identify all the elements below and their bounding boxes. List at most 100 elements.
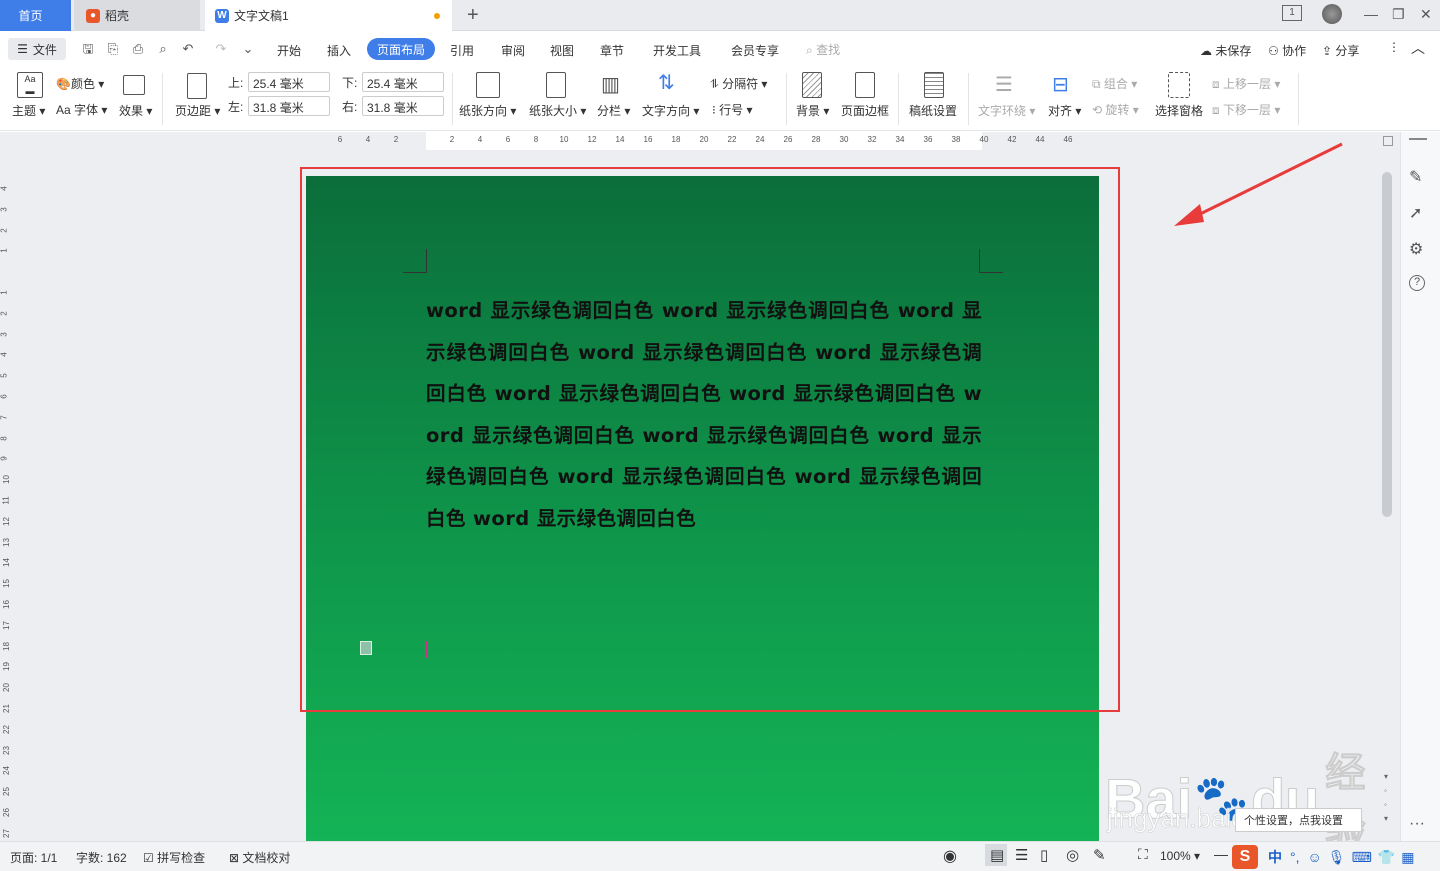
keyboard-icon[interactable]: ⌨ bbox=[1352, 849, 1372, 866]
read-view-icon[interactable]: ▯ bbox=[1040, 846, 1048, 864]
theme-button[interactable]: 主题 ▾ bbox=[12, 102, 45, 119]
outline-view-icon[interactable]: ☰ bbox=[1015, 846, 1028, 864]
select-pane-button[interactable]: 选择窗格 bbox=[1155, 102, 1203, 119]
word-count[interactable]: 字数: 162 bbox=[76, 849, 127, 866]
ruler-v-label: 9 bbox=[0, 456, 9, 462]
top-margin-field[interactable]: 25.4 毫米 bbox=[248, 72, 330, 92]
vertical-ruler[interactable]: 4 3 2 1 1 2 3 4 5 6 7 8 9 10 11 12 13 14 15 16 17 18 19 20 21 22 2… bbox=[0, 150, 14, 841]
page-indicator-icon[interactable]: 1 bbox=[1282, 5, 1302, 21]
menu-start[interactable]: 开始 bbox=[277, 42, 301, 59]
user-avatar[interactable] bbox=[1322, 4, 1342, 24]
send-backward-label: 下移一层 bbox=[1222, 103, 1271, 117]
ruler-h-label: 12 bbox=[588, 135, 597, 144]
proofread-button[interactable]: ⊠ 文档校对 bbox=[229, 849, 290, 866]
font-button[interactable]: Aa 字体 ▾ bbox=[56, 101, 107, 118]
web-view-icon[interactable]: ◎ bbox=[1066, 846, 1079, 864]
zoom-dropdown[interactable]: 100% ▾ bbox=[1160, 849, 1200, 863]
close-icon[interactable]: ✕ bbox=[1420, 6, 1432, 23]
menu-chapter[interactable]: 章节 bbox=[600, 42, 624, 59]
settings-sliders-icon[interactable]: ⚙ bbox=[1409, 239, 1427, 258]
menu-review[interactable]: 审阅 bbox=[501, 42, 525, 59]
menu-page-layout[interactable]: 页面布局 bbox=[367, 38, 435, 60]
save-icon[interactable]: 🖫 bbox=[80, 41, 96, 57]
text-wrap-button[interactable]: 文字环绕 ▾ bbox=[978, 102, 1035, 119]
eye-protect-icon[interactable]: ◉ bbox=[943, 846, 957, 866]
bring-forward-button[interactable]: ⧈ 上移一层 ▾ bbox=[1212, 75, 1280, 92]
page-border-button[interactable]: 页面边框 bbox=[841, 102, 889, 119]
export-icon[interactable]: ⎘ bbox=[105, 41, 121, 57]
search-placeholder: 查找 bbox=[816, 43, 841, 57]
horizontal-ruler[interactable]: 6 4 2 2 4 6 8 10 12 14 16 18 20 22 24 26 28 30 32 34 36 38 40 4… bbox=[306, 132, 1099, 150]
spell-check-button[interactable]: ☑ 拼写检查 bbox=[143, 849, 205, 866]
help-icon[interactable]: ? bbox=[1409, 275, 1425, 291]
effect-button[interactable]: 效果 ▾ bbox=[119, 102, 152, 119]
collab-button[interactable]: ⚇ 协作 bbox=[1268, 42, 1306, 59]
send-backward-button[interactable]: ⧈ 下移一层 ▾ bbox=[1212, 101, 1280, 118]
collapse-ribbon-icon[interactable]: ︿ bbox=[1411, 38, 1425, 58]
group-button[interactable]: ⧉ 组合 ▾ bbox=[1092, 75, 1137, 92]
mic-icon[interactable]: 🎙 bbox=[1328, 849, 1346, 866]
scroll-nav-icons[interactable]: ▾ ◦ ◦ ▾ bbox=[1384, 770, 1388, 826]
skin-icon[interactable]: 👕 bbox=[1378, 849, 1395, 866]
grid-paper-button[interactable]: 稿纸设置 bbox=[909, 102, 957, 119]
rotate-button[interactable]: ⟲ 旋转 ▾ bbox=[1092, 101, 1139, 118]
line-number-icon: ⁝ bbox=[712, 103, 716, 117]
ruler-v-label: 6 bbox=[0, 394, 9, 399]
page-view-icon[interactable]: ▤ bbox=[990, 846, 1004, 864]
cursor-select-icon[interactable]: ➚ bbox=[1409, 203, 1427, 222]
panel-more-icon[interactable]: ··· bbox=[1409, 815, 1427, 833]
panel-drag-handle[interactable] bbox=[1409, 138, 1427, 140]
paper-size-button[interactable]: 纸张大小 ▾ bbox=[529, 102, 586, 119]
more-vertical-icon[interactable]: ⋮ bbox=[1388, 40, 1400, 54]
tab-document[interactable]: W 文字文稿1 bbox=[205, 0, 452, 31]
undo-icon[interactable]: ↶ bbox=[180, 41, 196, 57]
ruler-h-label: 46 bbox=[1064, 135, 1073, 144]
fit-page-icon[interactable]: ⛶ bbox=[1138, 846, 1148, 863]
menu-view[interactable]: 视图 bbox=[550, 42, 574, 59]
print-icon[interactable]: ⎙ bbox=[130, 41, 146, 57]
ime-lang[interactable]: 中 bbox=[1268, 847, 1282, 867]
tab-daoke[interactable]: ● 稻壳 bbox=[74, 0, 200, 31]
align-button[interactable]: 对齐 ▾ bbox=[1048, 102, 1081, 119]
orientation-button[interactable]: 纸张方向 ▾ bbox=[459, 102, 516, 119]
punctuation-icon[interactable]: °, bbox=[1290, 849, 1300, 865]
break-button[interactable]: ⥮ 分隔符 ▾ bbox=[710, 75, 767, 92]
restore-icon[interactable]: ❐ bbox=[1392, 6, 1405, 23]
menu-references[interactable]: 引用 bbox=[450, 42, 474, 59]
background-button[interactable]: 背景 ▾ bbox=[796, 102, 829, 119]
search-box[interactable]: ⌕ 查找 bbox=[806, 41, 840, 58]
share-button[interactable]: ⇪ 分享 bbox=[1322, 42, 1359, 59]
bottom-margin-field[interactable]: 25.4 毫米 bbox=[362, 72, 444, 92]
left-margin-field[interactable]: 31.8 毫米 bbox=[248, 96, 330, 116]
write-view-icon[interactable]: ✎ bbox=[1093, 846, 1106, 864]
new-tab-plus-icon[interactable]: + bbox=[467, 4, 479, 27]
minimize-icon[interactable]: — bbox=[1364, 6, 1378, 22]
menu-insert[interactable]: 插入 bbox=[327, 42, 351, 59]
quick-access-more-icon[interactable]: ⌄ bbox=[240, 41, 256, 57]
text-direction-button[interactable]: 文字方向 ▾ bbox=[642, 102, 699, 119]
line-number-button[interactable]: ⁝ 行号 ▾ bbox=[712, 101, 753, 118]
emoji-icon[interactable]: ☺ bbox=[1308, 849, 1322, 865]
tab-home[interactable]: 首页 bbox=[0, 0, 71, 31]
right-margin-field[interactable]: 31.8 毫米 bbox=[362, 96, 444, 116]
unsaved-button[interactable]: ☁ 未保存 bbox=[1200, 42, 1251, 59]
sogou-s-icon[interactable]: S bbox=[1232, 845, 1258, 869]
page-count[interactable]: 页面: 1/1 bbox=[10, 849, 57, 866]
margins-button[interactable]: 页边距 ▾ bbox=[175, 102, 220, 119]
share-label: 分享 bbox=[1335, 44, 1360, 58]
zoom-out-icon[interactable]: — bbox=[1214, 846, 1228, 862]
menu-member[interactable]: 会员专享 bbox=[731, 42, 779, 59]
ruler-h-label: 34 bbox=[896, 135, 905, 144]
columns-button[interactable]: 分栏 ▾ bbox=[597, 102, 630, 119]
print-preview-icon[interactable]: ⌕ bbox=[155, 41, 171, 57]
redo-icon[interactable]: ↷ bbox=[213, 41, 229, 57]
pen-edit-icon[interactable]: ✎ bbox=[1409, 167, 1427, 186]
toolbox-icon[interactable]: ▦ bbox=[1401, 849, 1414, 866]
menu-developer[interactable]: 开发工具 bbox=[653, 42, 701, 59]
vertical-scrollbar-thumb[interactable] bbox=[1382, 172, 1392, 517]
ruler-v-label: 11 bbox=[1, 496, 11, 505]
file-menu-button[interactable]: ☰ 文件 bbox=[8, 38, 66, 60]
split-view-icon[interactable] bbox=[1383, 136, 1393, 146]
ruler-h-label: 24 bbox=[756, 135, 765, 144]
color-button[interactable]: 🎨颜色 ▾ bbox=[56, 75, 104, 92]
